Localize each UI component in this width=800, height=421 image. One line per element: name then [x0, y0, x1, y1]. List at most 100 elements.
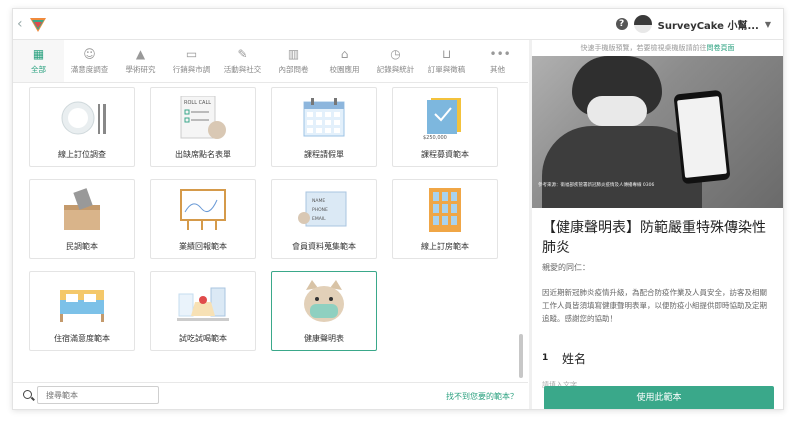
surveycake-logo[interactable] — [27, 13, 49, 35]
crowdfund-icon: $250,000 — [419, 96, 471, 141]
help-icon[interactable]: ? — [615, 18, 628, 30]
account-area: ? SurveyCake 小幫... ▼ — [615, 15, 771, 33]
template-card[interactable]: 線上訂房範本 — [392, 179, 498, 259]
masked-cat-icon — [298, 280, 350, 324]
plate-icon — [56, 96, 108, 140]
template-card[interactable]: 住宿滿意度範本 — [29, 271, 135, 351]
member-card-icon: NAME PHONE EMAIL — [298, 188, 350, 232]
tab-category[interactable]: ••• 其他 — [472, 40, 523, 82]
presentation-board-icon — [177, 188, 229, 232]
monitor-chart-icon: ▭ — [185, 47, 198, 61]
template-label: 課程請假單 — [304, 150, 344, 159]
category-tabs: ▦ 全部 ☺ 滿意度調查 ▲ 學術研究 ▭ 行銷與市調 ✎ 活動與社交 ▥ 內部問卷 ⌂ 校園應用 ◷ 記錄與… — [13, 40, 528, 83]
template-card[interactable]: 線上訂位調查 — [29, 87, 135, 167]
pen-icon: ✎ — [237, 47, 248, 61]
school-icon: ⌂ — [340, 47, 349, 61]
tab-category[interactable]: ▥ 內部問卷 — [268, 40, 319, 82]
search-icon — [23, 390, 32, 399]
scrollbar[interactable] — [519, 334, 523, 378]
preview-panel: 快速手機版預覽，若要檢視桌機版請前往問卷頁面 參考來源：衛福部疾管署新冠肺炎疫情… — [532, 40, 783, 409]
preview-hint-link[interactable]: 問卷頁面 — [707, 44, 735, 52]
form-description: 因近期新冠肺炎疫情升級，為配合防疫作業及人員安全，訪客及相關工作人員皆須填寫健康… — [542, 288, 767, 323]
question-label: 姓名 — [562, 352, 587, 366]
search-input[interactable] — [37, 386, 159, 404]
user-name[interactable]: SurveyCake 小幫... — [658, 17, 759, 32]
template-card[interactable]: 試吃試喝範本 — [150, 271, 256, 351]
phone-screen — [677, 96, 727, 178]
face-mask — [587, 96, 647, 126]
template-card[interactable]: ROLL CALL 出缺席點名表單 — [150, 87, 256, 167]
member-card-line: EMAIL — [312, 216, 326, 222]
phone-icon — [673, 89, 731, 185]
preview-hint: 快速手機版預覽，若要檢視桌機版請前往問卷頁面 — [532, 40, 783, 56]
tab-category[interactable]: ◷ 記錄與統計 — [370, 40, 421, 82]
cart-icon: ⊔ — [441, 47, 452, 61]
cake-icon — [177, 280, 229, 324]
tab-label: 全部 — [31, 65, 46, 74]
template-label: 線上訂位調查 — [58, 150, 106, 159]
tab-label: 內部問卷 — [278, 65, 309, 74]
not-found-link[interactable]: 找不到您要的範本？ — [446, 391, 518, 402]
preview-hint-text: 快速手機版預覽，若要檢視桌機版請前往 — [580, 44, 707, 52]
clock-doc-icon: ◷ — [390, 47, 401, 61]
tab-label: 訂單與徵稿 — [427, 65, 466, 74]
template-card[interactable]: NAME PHONE EMAIL 會員資料蒐集範本 — [271, 179, 377, 259]
template-browser: ▦ 全部 ☺ 滿意度調查 ▲ 學術研究 ▭ 行銷與市調 ✎ 活動與社交 ▥ 內部問卷 ⌂ 校園應用 ◷ 記錄與… — [13, 40, 528, 409]
template-label: 健康聲明表 — [304, 334, 344, 343]
template-label: 線上訂房範本 — [421, 242, 469, 251]
bottom-bar: 找不到您要的範本？ — [13, 382, 528, 409]
template-label: 課程募資範本 — [421, 150, 469, 159]
smile-icon: ☺ — [83, 47, 96, 61]
roll-call-icon: ROLL CALL — [177, 95, 229, 140]
template-grid: 線上訂位調查 ROLL CALL 出缺席點名表單 課程請假單 $250,000 課程募資範… — [13, 83, 528, 378]
bed-icon — [56, 280, 108, 324]
tab-category[interactable]: ▭ 行銷與市調 — [166, 40, 217, 82]
tab-category[interactable]: ⊔ 訂單與徵稿 — [421, 40, 472, 82]
ballot-box-icon — [56, 188, 108, 232]
template-label: 業績回報範本 — [179, 242, 227, 251]
tab-label: 學術研究 — [125, 65, 156, 74]
tab-category[interactable]: ☺ 滿意度調查 — [64, 40, 115, 82]
template-card[interactable]: $250,000 課程募資範本 — [392, 87, 498, 167]
tab-category[interactable]: ▦ 全部 — [13, 40, 64, 82]
avatar[interactable] — [633, 15, 652, 33]
tab-label: 滿意度調查 — [70, 65, 109, 74]
building-window-icon — [419, 188, 471, 232]
form-title: 【健康聲明表】防範嚴重特殊傳染性肺炎 — [542, 220, 766, 256]
template-label: 住宿滿意度範本 — [54, 334, 110, 343]
tab-category[interactable]: ▲ 學術研究 — [115, 40, 166, 82]
roll-call-text: ROLL CALL — [184, 100, 211, 106]
tab-label: 行銷與市調 — [172, 65, 211, 74]
tab-label: 活動與社交 — [223, 65, 262, 74]
template-card[interactable]: 健康聲明表 — [271, 271, 377, 351]
template-card[interactable]: 民調範本 — [29, 179, 135, 259]
calendar-icon — [298, 96, 350, 140]
cover-photo: 參考來源：衛福部疾管署新冠肺炎疫情及人傳播專線 0306 — [532, 56, 783, 208]
tab-label: 校園應用 — [329, 65, 360, 74]
template-label: 會員資料蒐集範本 — [292, 242, 356, 251]
tab-label: 其他 — [490, 65, 505, 74]
photo-caption: 參考來源：衛福部疾管署新冠肺炎疫情及人傳播專線 0306 — [538, 183, 655, 188]
top-bar: ‹ ? SurveyCake 小幫... ▼ — [13, 9, 783, 40]
chevron-down-icon[interactable]: ▼ — [765, 20, 771, 29]
graduation-cap-icon: ▲ — [135, 47, 146, 61]
template-label: 試吃試喝範本 — [179, 334, 227, 343]
tab-category[interactable]: ✎ 活動與社交 — [217, 40, 268, 82]
grid-icon: ▦ — [32, 47, 45, 61]
template-label: 出缺席點名表單 — [175, 150, 231, 159]
template-card[interactable]: 課程請假單 — [271, 87, 377, 167]
form-greeting: 親愛的同仁： — [542, 263, 590, 272]
more-dots-icon: ••• — [489, 47, 511, 61]
member-card-line: PHONE — [312, 207, 328, 213]
template-card[interactable]: 業績回報範本 — [150, 179, 256, 259]
app-window: ‹ ? SurveyCake 小幫... ▼ ▦ 全部 ☺ 滿意度調查 ▲ 學術研究 ▭ 行銷… — [12, 8, 784, 410]
building-icon: ▥ — [287, 47, 300, 61]
question-number: 1 — [542, 353, 549, 363]
tab-category[interactable]: ⌂ 校園應用 — [319, 40, 370, 82]
crowdfund-amount: $250,000 — [423, 135, 447, 140]
member-card-line: NAME — [312, 198, 325, 204]
template-label: 民調範本 — [66, 242, 98, 251]
tab-label: 記錄與統計 — [376, 65, 415, 74]
use-template-button[interactable]: 使用此範本 — [544, 386, 774, 409]
back-chevron-icon[interactable]: ‹ — [17, 16, 23, 32]
